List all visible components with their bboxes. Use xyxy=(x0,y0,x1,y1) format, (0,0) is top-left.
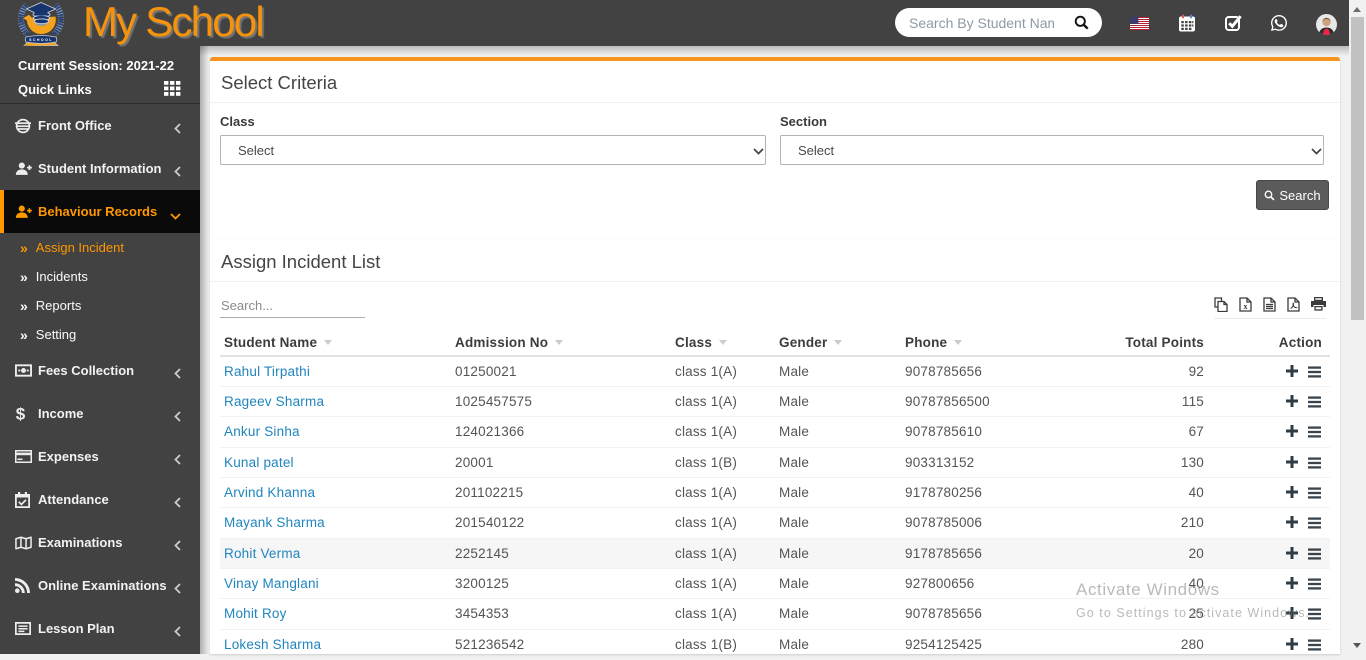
svg-text:x: x xyxy=(1244,302,1248,311)
svg-text:$: $ xyxy=(16,405,26,422)
svg-text:SCHOOL: SCHOOL xyxy=(29,38,53,42)
